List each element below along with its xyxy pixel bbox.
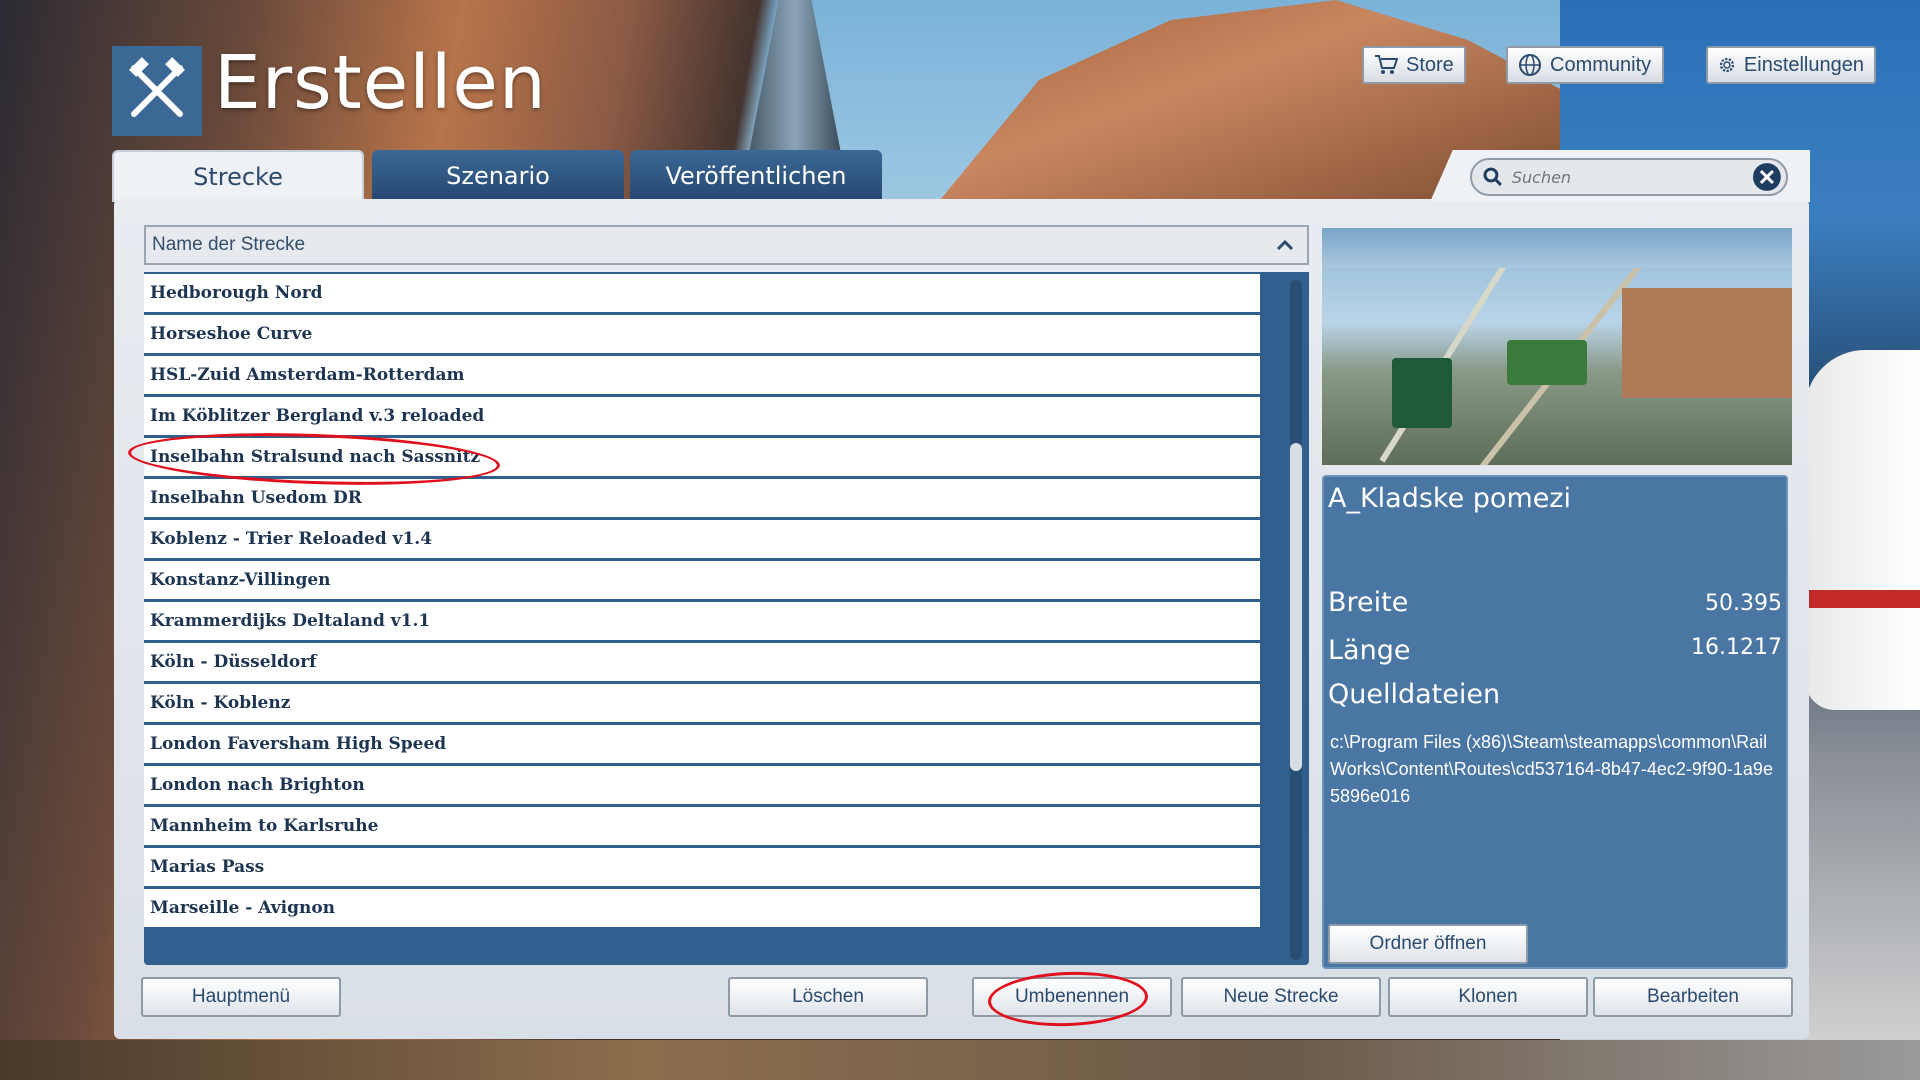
- settings-label: Einstellungen: [1743, 53, 1864, 76]
- new-route-button[interactable]: Neue Strecke: [1181, 977, 1381, 1017]
- settings-button[interactable]: Einstellungen: [1706, 46, 1876, 84]
- length-value: 16.1217: [1691, 635, 1782, 660]
- length-label: Länge: [1328, 635, 1411, 666]
- globe-icon: [1519, 54, 1541, 76]
- page-title: Erstellen: [214, 40, 547, 126]
- list-item[interactable]: Inselbahn Usedom DR: [144, 479, 1260, 517]
- edit-button[interactable]: Bearbeiten: [1593, 977, 1793, 1017]
- route-list: Hedborough Nord Horseshoe Curve HSL-Zuid…: [144, 272, 1309, 965]
- community-button[interactable]: Community: [1506, 46, 1664, 84]
- route-list-header[interactable]: Name der Strecke: [144, 225, 1309, 265]
- create-logo-icon: [112, 46, 202, 136]
- background-ground: [0, 1040, 1920, 1080]
- width-value: 50.395: [1705, 591, 1782, 616]
- search-icon: [1483, 167, 1502, 186]
- clone-button[interactable]: Klonen: [1388, 977, 1588, 1017]
- gear-icon: [1719, 57, 1735, 73]
- list-item[interactable]: Mannheim to Karlsruhe: [144, 807, 1260, 845]
- list-item[interactable]: Krammerdijks Deltaland v1.1: [144, 602, 1260, 640]
- chevron-up-icon[interactable]: [1275, 238, 1295, 252]
- list-item[interactable]: Koblenz - Trier Reloaded v1.4: [144, 520, 1260, 558]
- list-item[interactable]: Im Köblitzer Bergland v.3 reloaded: [144, 397, 1260, 435]
- store-label: Store: [1406, 53, 1454, 76]
- list-item[interactable]: Hedborough Nord: [144, 274, 1260, 312]
- open-folder-button[interactable]: Ordner öffnen: [1328, 924, 1528, 964]
- source-path: c:\Program Files (x86)\Steam\steamapps\c…: [1330, 732, 1773, 806]
- cart-icon: [1375, 55, 1398, 74]
- route-preview-image: [1322, 228, 1792, 465]
- tab-strecke[interactable]: Strecke: [112, 150, 364, 202]
- list-item[interactable]: Köln - Koblenz: [144, 684, 1260, 722]
- list-item[interactable]: Marseille - Avignon: [144, 889, 1260, 927]
- search-box: [1470, 158, 1788, 196]
- list-item[interactable]: Horseshoe Curve: [144, 315, 1260, 353]
- list-scrollbar[interactable]: [1290, 280, 1302, 960]
- main-menu-button[interactable]: Hauptmenü: [141, 977, 341, 1017]
- list-item[interactable]: Köln - Düsseldorf: [144, 643, 1260, 681]
- list-item[interactable]: Marias Pass: [144, 848, 1260, 886]
- tab-szenario[interactable]: Szenario: [372, 150, 624, 202]
- width-label: Breite: [1328, 587, 1409, 618]
- store-button[interactable]: Store: [1362, 46, 1466, 84]
- list-scrollbar-thumb[interactable]: [1290, 443, 1302, 771]
- route-list-header-label: Name der Strecke: [152, 234, 306, 255]
- background-train: [1805, 350, 1920, 710]
- route-info-panel: A_Kladske pomezi Breite 50.395 Länge 16.…: [1322, 475, 1788, 969]
- list-item[interactable]: HSL-Zuid Amsterdam-Rotterdam: [144, 356, 1260, 394]
- community-label: Community: [1550, 53, 1652, 76]
- search-input[interactable]: [1509, 166, 1753, 188]
- delete-button[interactable]: Löschen: [728, 977, 928, 1017]
- background-train-stripe: [1805, 590, 1920, 608]
- list-item[interactable]: Konstanz-Villingen: [144, 561, 1260, 599]
- route-name: A_Kladske pomezi: [1328, 483, 1572, 514]
- list-item[interactable]: London nach Brighton: [144, 766, 1260, 804]
- source-files-label: Quelldateien: [1328, 679, 1501, 710]
- tab-veroeffentlichen[interactable]: Veröffentlichen: [630, 150, 882, 202]
- clear-search-icon[interactable]: [1752, 162, 1782, 192]
- list-item[interactable]: London Faversham High Speed: [144, 725, 1260, 763]
